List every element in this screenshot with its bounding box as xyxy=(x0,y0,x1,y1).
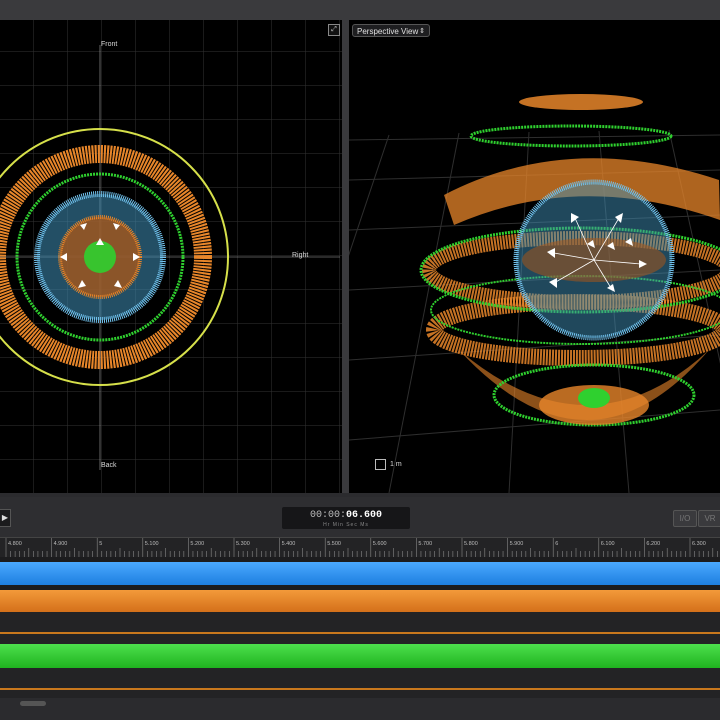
timecode-display: 00:00:06.600 Hr Min Sec Ms xyxy=(282,507,410,529)
right-label: Right xyxy=(292,252,309,259)
scale-label: 1 m xyxy=(390,461,402,468)
ruler-tick-label: 5.500 xyxy=(327,541,341,547)
front-label: Front xyxy=(101,41,118,48)
vr-button[interactable]: VR xyxy=(698,510,720,527)
timecode-value: 06.600 xyxy=(346,510,383,521)
chevron-updown-icon: ⇕ xyxy=(419,28,425,35)
top-toolbar xyxy=(0,0,720,20)
ruler-tick-label: 5.700 xyxy=(418,541,432,547)
viewport-splitter[interactable] xyxy=(342,20,349,493)
ruler-tick-label: 6.200 xyxy=(646,541,660,547)
play-icon[interactable]: ▶ xyxy=(0,509,11,527)
ruler-tick-label: 5.400 xyxy=(282,541,296,547)
view-select-label: Perspective View xyxy=(357,27,419,36)
track-blue[interactable] xyxy=(0,562,720,585)
ruler-tick-label: 4.900 xyxy=(54,541,68,547)
ruler-tick-label: 5.200 xyxy=(190,541,204,547)
top-view-viewport[interactable]: Front Right Back xyxy=(0,20,342,493)
timecode-units: Hr Min Sec Ms xyxy=(323,522,369,528)
ruler-ticks: 4.800 4.900 5 5.100 5.200 5.300 5.400 5.500 5.60… xyxy=(5,538,718,558)
timeline-ruler[interactable]: 4.800 4.900 5 5.100 5.200 5.300 5.400 5.500 5.60… xyxy=(0,537,720,558)
view-select[interactable]: Perspective View ⇕ xyxy=(352,24,430,37)
perspective-viewport[interactable] xyxy=(349,20,720,493)
ruler-tick-label: 6 xyxy=(555,541,558,547)
track-orange-line[interactable] xyxy=(0,688,720,690)
expand-icon[interactable]: ⤢ xyxy=(328,24,340,36)
scale-checkbox[interactable] xyxy=(375,459,386,470)
top-view-canvas xyxy=(0,20,342,493)
scrollbar-thumb[interactable] xyxy=(20,701,46,706)
track-gap xyxy=(0,612,720,644)
ruler-tick-label: 5.600 xyxy=(373,541,387,547)
timeline-scrollbar[interactable] xyxy=(0,698,720,708)
ruler-tick-label: 4.800 xyxy=(8,541,22,547)
ruler-tick-label: 6.100 xyxy=(601,541,615,547)
perspective-canvas xyxy=(349,94,720,493)
ruler-tick-label: 5.800 xyxy=(464,541,478,547)
back-label: Back xyxy=(101,462,117,469)
track-gap xyxy=(0,668,720,698)
ruler-tick-label: 5.100 xyxy=(145,541,159,547)
ruler-tick-label: 6.300 xyxy=(692,541,706,547)
ruler-tick-label: 5.900 xyxy=(510,541,524,547)
track-green[interactable] xyxy=(0,644,720,668)
ruler-tick-label: 5 xyxy=(99,541,102,547)
track-orange[interactable] xyxy=(0,590,720,612)
track-orange-line[interactable] xyxy=(0,632,720,634)
timecode-prefix: 00:00: xyxy=(309,510,346,521)
ruler-tick-label: 5.300 xyxy=(236,541,250,547)
io-button[interactable]: I/O xyxy=(673,510,697,527)
